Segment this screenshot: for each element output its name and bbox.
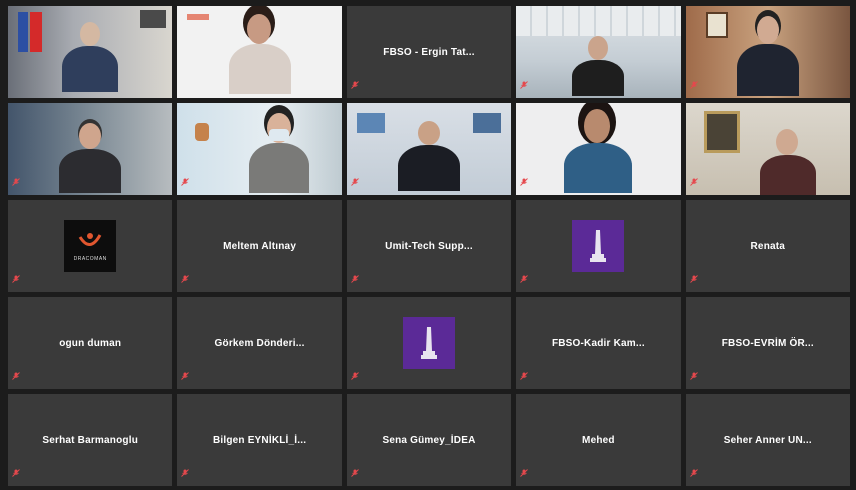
video-feed — [8, 103, 173, 195]
microphone-muted-icon — [520, 367, 529, 385]
video-feed — [8, 6, 173, 98]
screen — [473, 113, 502, 133]
flag — [30, 12, 42, 52]
participant-name: Umit-Tech Supp... — [385, 240, 473, 252]
tower-icon — [420, 327, 437, 359]
tower-icon — [590, 230, 607, 262]
participant-tile[interactable]: Bilgen EYNİKLİ_İ... — [177, 394, 342, 486]
participant-tile[interactable] — [8, 6, 173, 98]
video-feed — [516, 6, 681, 98]
microphone-muted-icon — [350, 270, 359, 288]
microphone-muted-icon — [520, 270, 529, 288]
wall-picture — [140, 10, 167, 28]
participant-tile[interactable]: FBSO - Ergin Tat... — [346, 6, 512, 98]
video-feed — [685, 103, 850, 195]
participant-name: FBSO-EVRİM ÖR... — [721, 337, 814, 349]
wall-portrait — [703, 111, 740, 153]
participant-tile[interactable]: Mehed — [516, 394, 681, 486]
tower-logo — [572, 220, 625, 272]
participant-tile[interactable]: Renata — [685, 200, 850, 292]
participant-tile[interactable] — [516, 103, 681, 195]
participant-tile[interactable] — [8, 103, 173, 195]
participant-tile[interactable] — [177, 103, 342, 195]
participant-tile[interactable] — [177, 6, 342, 98]
participant-name: FBSO-Kadir Kam... — [551, 337, 645, 349]
participant-name: Serhat Barmanoglu — [42, 434, 139, 446]
participant-name: FBSO - Ergin Tat... — [383, 46, 475, 58]
participant-tile[interactable]: Umit-Tech Supp... — [346, 200, 512, 292]
participant-tile[interactable] — [346, 103, 512, 195]
participant-grid: FBSO - Ergin Tat... DRACOMAN Meltem Altı… — [8, 6, 850, 486]
microphone-muted-icon — [12, 270, 20, 288]
participant-tile[interactable]: Seher Anner UN... — [685, 394, 850, 486]
tower-logo — [402, 317, 455, 369]
microphone-muted-icon — [520, 464, 529, 482]
office-background — [516, 6, 681, 36]
screen — [356, 113, 385, 133]
participant-name: Seher Anner UN... — [723, 434, 812, 446]
microphone-muted-icon — [520, 76, 529, 94]
video-feed — [346, 103, 512, 195]
participant-tile[interactable] — [685, 103, 850, 195]
video-feed — [516, 103, 681, 195]
participant-tile[interactable] — [516, 6, 681, 98]
participant-name: Mehed — [582, 434, 615, 446]
video-feed — [685, 6, 850, 98]
microphone-muted-icon — [350, 76, 359, 94]
microphone-muted-icon — [181, 464, 190, 482]
participant-tile[interactable]: FBSO-EVRİM ÖR... — [685, 297, 850, 389]
microphone-muted-icon — [181, 173, 190, 191]
wall-picture — [705, 12, 728, 38]
microphone-muted-icon — [689, 173, 698, 191]
microphone-muted-icon — [689, 367, 698, 385]
microphone-muted-icon — [350, 367, 359, 385]
participant-name: Sena Gümey_İDEA — [382, 434, 476, 446]
participant-name: Bilgen EYNİKLİ_İ... — [212, 434, 307, 446]
participant-tile[interactable]: Görkem Dönderi... — [177, 297, 342, 389]
participant-tile[interactable] — [346, 297, 512, 389]
plant-pot — [195, 123, 210, 141]
participant-tile[interactable] — [685, 6, 850, 98]
participant-tile[interactable]: DRACOMAN — [8, 200, 173, 292]
microphone-muted-icon — [689, 76, 698, 94]
logo-text: DRACOMAN — [73, 255, 107, 262]
dracoman-logo-mark — [78, 232, 102, 246]
flag — [18, 12, 28, 52]
participant-tile[interactable]: Meltem Altınay — [177, 200, 342, 292]
participant-name: Görkem Dönderi... — [214, 337, 305, 349]
participant-tile[interactable] — [516, 200, 681, 292]
microphone-muted-icon — [12, 173, 20, 191]
participant-name: ogun duman — [59, 337, 122, 349]
participant-tile[interactable]: ogun duman — [8, 297, 173, 389]
dracoman-logo: DRACOMAN — [64, 220, 117, 272]
microphone-muted-icon — [689, 464, 698, 482]
background-logo — [187, 14, 210, 20]
video-feed — [177, 103, 342, 195]
microphone-muted-icon — [520, 173, 529, 191]
microphone-muted-icon — [181, 270, 190, 288]
participant-tile[interactable]: Serhat Barmanoglu — [8, 394, 173, 486]
microphone-muted-icon — [12, 367, 20, 385]
participant-tile[interactable]: Sena Gümey_İDEA — [346, 394, 512, 486]
microphone-muted-icon — [12, 464, 20, 482]
microphone-muted-icon — [350, 173, 359, 191]
microphone-muted-icon — [350, 464, 359, 482]
microphone-muted-icon — [181, 367, 190, 385]
microphone-muted-icon — [689, 270, 698, 288]
video-feed — [177, 6, 342, 98]
face-mask — [269, 129, 290, 141]
participant-name: Renata — [750, 240, 786, 252]
participant-name: Meltem Altınay — [223, 240, 297, 252]
participant-tile[interactable]: FBSO-Kadir Kam... — [516, 297, 681, 389]
